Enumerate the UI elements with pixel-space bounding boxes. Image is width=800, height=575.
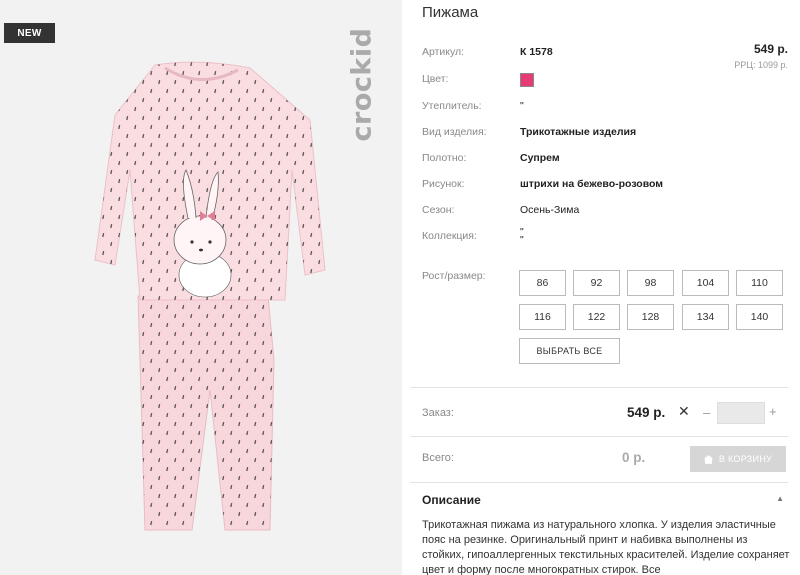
- times-icon: ✕: [678, 403, 690, 419]
- size-option-122[interactable]: 122: [573, 304, 620, 330]
- size-option-86[interactable]: 86: [519, 270, 566, 296]
- total-label: Всего:: [422, 452, 454, 464]
- attr-value-article: К 1578: [520, 46, 553, 58]
- size-option-104[interactable]: 104: [682, 270, 729, 296]
- attr-value-collection: " ": [520, 226, 524, 246]
- product-title: Пижама: [422, 4, 479, 21]
- size-option-98[interactable]: 98: [627, 270, 674, 296]
- new-badge: NEW: [4, 23, 55, 43]
- attr-label-type: Вид изделия:: [422, 126, 487, 138]
- size-option-140[interactable]: 140: [736, 304, 783, 330]
- quantity-decrease-button[interactable]: –: [703, 405, 710, 420]
- attr-label-fabric: Полотно:: [422, 152, 467, 164]
- size-option-92[interactable]: 92: [573, 270, 620, 296]
- order-price: 549 р.: [627, 405, 666, 420]
- recommended-price: РРЦ: 1099 р.: [734, 60, 788, 70]
- divider: [410, 436, 788, 437]
- attr-label-season: Сезон:: [422, 204, 455, 216]
- quantity-increase-button[interactable]: +: [769, 404, 777, 419]
- order-label: Заказ:: [422, 407, 454, 419]
- size-label: Рост/размер:: [422, 270, 486, 282]
- attr-value-type: Трикотажные изделия: [520, 126, 637, 138]
- divider: [410, 387, 788, 388]
- add-to-cart-button[interactable]: В КОРЗИНУ: [690, 446, 786, 472]
- collapse-chevron-icon[interactable]: ▲: [776, 494, 784, 503]
- attr-label-insulation: Утеплитель:: [422, 100, 482, 112]
- quantity-input[interactable]: [717, 402, 765, 424]
- brand-logo: crockid: [346, 27, 378, 142]
- divider: [410, 482, 788, 483]
- product-price: 549 р.: [753, 42, 788, 56]
- add-to-cart-label: В КОРЗИНУ: [718, 454, 773, 464]
- attr-label-article: Артикул:: [422, 46, 465, 58]
- color-swatch[interactable]: [520, 73, 534, 87]
- description-text: Трикотажная пижама из натурального хлопк…: [422, 519, 790, 575]
- attr-label-collection: Коллекция:: [422, 230, 477, 242]
- attr-value-pattern: штрихи на бежево-розовом: [520, 178, 664, 190]
- shopping-bag-icon: [704, 454, 713, 464]
- attr-value-insulation: ": [520, 100, 524, 112]
- size-option-128[interactable]: 128: [627, 304, 674, 330]
- size-option-110[interactable]: 110: [736, 270, 783, 296]
- description-heading: Описание: [422, 493, 481, 507]
- attr-label-pattern: Рисунок:: [422, 178, 465, 190]
- attr-label-color: Цвет:: [422, 73, 449, 85]
- select-all-sizes-button[interactable]: ВЫБРАТЬ ВСЕ: [519, 338, 620, 364]
- product-details: Пижама 549 р. РРЦ: 1099 р. Артикул: К 15…: [402, 0, 800, 575]
- size-option-116[interactable]: 116: [519, 304, 566, 330]
- size-option-134[interactable]: 134: [682, 304, 729, 330]
- pajama-product-image: [94, 61, 326, 531]
- total-value: 0 р.: [622, 450, 646, 465]
- attr-value-season: Осень-Зима: [520, 204, 580, 216]
- product-image-panel: NEW crockid: [0, 0, 402, 575]
- attr-value-fabric: Супрем: [520, 152, 560, 164]
